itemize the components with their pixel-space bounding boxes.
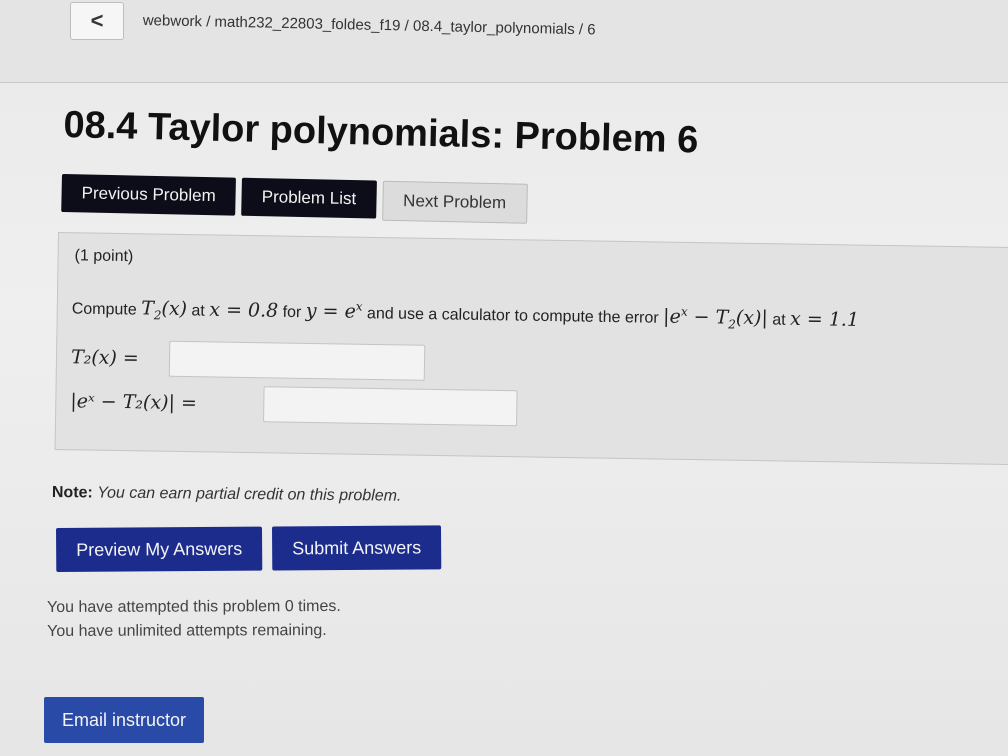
statement-for: for <box>282 303 302 322</box>
note-text: You can earn partial credit on this prob… <box>97 484 402 505</box>
breadcrumb: webwork / math232_22803_foldes_f19 / 08.… <box>142 12 596 39</box>
problem-box: (1 point) Compute T2(x) at x = 0.8 for y… <box>54 232 1008 466</box>
chevron-left-icon: < <box>90 8 104 33</box>
problem-statement: Compute T2(x) at x = 0.8 for y = ex and … <box>72 295 860 333</box>
page: < webwork / math232_22803_foldes_f19 / 0… <box>0 0 1008 756</box>
statement-compute: Compute <box>71 300 137 319</box>
page-title: 08.4 Taylor polynomials: Problem 6 <box>62 104 699 162</box>
note-label: Note: <box>51 484 93 502</box>
error-answer-input[interactable] <box>262 386 518 427</box>
next-problem-button[interactable]: Next Problem <box>381 180 528 224</box>
statement-function: y = ex <box>305 299 363 324</box>
problem-nav: Previous Problem Problem List Next Probl… <box>61 174 528 224</box>
attempts-line-1: You have attempted this problem 0 times. <box>47 597 341 616</box>
attempts-line-2: You have unlimited attempts remaining. <box>47 622 327 640</box>
statement-error-expr: |ex − T2(x)| <box>662 304 769 332</box>
email-instructor-button[interactable]: Email instructor <box>44 697 205 743</box>
statement-at: at <box>191 302 205 320</box>
statement-at2: at <box>772 311 786 329</box>
answer-row-1: T₂(x) = <box>71 339 426 381</box>
preview-answers-button[interactable]: Preview My Answers <box>56 526 263 572</box>
back-button[interactable]: < <box>70 2 124 40</box>
previous-problem-button[interactable]: Previous Problem <box>61 174 237 216</box>
statement-x-value: x = 0.8 <box>209 298 279 322</box>
problem-list-button[interactable]: Problem List <box>241 177 377 219</box>
answer2-label: |eˣ − T₂(x)| = <box>70 390 198 415</box>
answer-row-2: |eˣ − T₂(x)| = <box>70 383 518 427</box>
answer1-label: T₂(x) = <box>70 346 139 370</box>
statement-t2x: T2(x) <box>141 297 188 323</box>
points-label: (1 point) <box>74 247 134 266</box>
note: Note: You can earn partial credit on thi… <box>52 484 402 506</box>
top-bar: < webwork / math232_22803_foldes_f19 / 0… <box>0 0 1008 83</box>
submit-answers-button[interactable]: Submit Answers <box>272 525 442 571</box>
answer-actions: Preview My Answers Submit Answers <box>56 525 442 572</box>
t2x-answer-input[interactable] <box>168 340 426 381</box>
statement-x-value2: x = 1.1 <box>789 307 860 331</box>
attempts-info: You have attempted this problem 0 times.… <box>47 595 341 644</box>
statement-use-calc: and use a calculator to compute the erro… <box>366 305 659 327</box>
